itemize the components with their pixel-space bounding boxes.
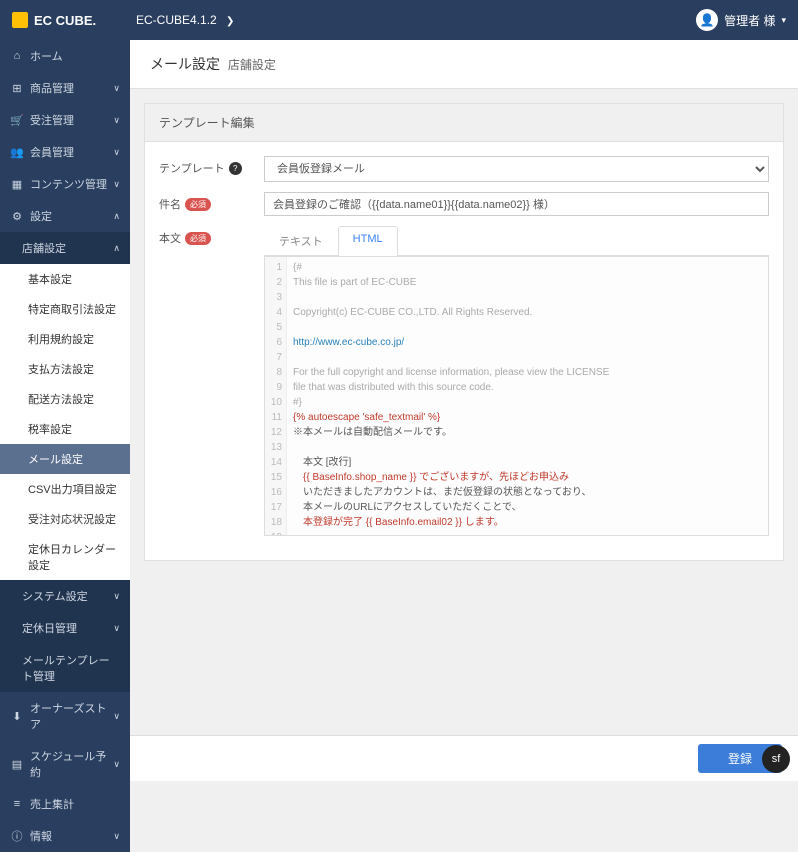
- sidebar-subitem-5[interactable]: 税率設定: [0, 414, 130, 444]
- sidebar-bottom-0[interactable]: ⬇オーナーズストア∨: [0, 692, 130, 740]
- sidebar-subitem-4[interactable]: 配送方法設定: [0, 384, 130, 414]
- sidebar-subitem-9[interactable]: 定休日カレンダー設定: [0, 534, 130, 580]
- topbar: EC CUBE. EC-CUBE4.1.2 ❯ 👤 管理者 様 ▾: [0, 0, 798, 40]
- user-menu[interactable]: 👤 管理者 様 ▾: [696, 9, 786, 31]
- sidebar: ⌂ホーム⊞商品管理∨🛒受注管理∨👥会員管理∨▦コンテンツ管理∨⚙設定∧ 店舗設定…: [0, 40, 130, 852]
- subject-input[interactable]: [264, 192, 769, 216]
- chevron-down-icon: ▾: [781, 15, 786, 26]
- chevron-icon: ∨: [113, 759, 120, 770]
- chevron-icon: ∨: [113, 83, 120, 94]
- sidebar-item-system-settings[interactable]: システム設定 ∨: [0, 580, 130, 612]
- logo[interactable]: EC CUBE.: [12, 12, 130, 28]
- sidebar-item-0[interactable]: ⌂ホーム: [0, 40, 130, 72]
- nav-icon: ⓘ: [10, 828, 24, 844]
- chevron-icon: ∨: [113, 831, 120, 842]
- chevron-icon: ∧: [113, 211, 120, 222]
- user-name: 管理者 様: [724, 12, 775, 29]
- nav-icon: ▦: [10, 178, 24, 191]
- brand-text: EC CUBE.: [34, 13, 96, 28]
- chevron-up-icon: ∧: [113, 243, 120, 254]
- sidebar-bottom-2[interactable]: ≡売上集計: [0, 788, 130, 820]
- sidebar-item-3[interactable]: 👥会員管理∨: [0, 136, 130, 168]
- sidebar-item-holiday[interactable]: 定休日管理 ∨: [0, 612, 130, 644]
- tab-html[interactable]: HTML: [338, 226, 398, 256]
- template-select[interactable]: 会員仮登録メール: [264, 156, 769, 182]
- subject-label: 件名 必須: [159, 192, 264, 212]
- chevron-icon: ∨: [113, 115, 120, 126]
- nav-icon: ⌂: [10, 50, 24, 62]
- tab-text[interactable]: テキスト: [264, 226, 338, 255]
- body-tabs: テキスト HTML: [264, 226, 769, 256]
- page-title: メール設定 店舗設定: [130, 40, 798, 89]
- footer-bar: 登録: [130, 735, 798, 781]
- nav-icon: ⊞: [10, 82, 24, 95]
- sidebar-item-1[interactable]: ⊞商品管理∨: [0, 72, 130, 104]
- nav-icon: ≡: [10, 798, 24, 810]
- sidebar-item-4[interactable]: ▦コンテンツ管理∨: [0, 168, 130, 200]
- chevron-icon: ∨: [113, 179, 120, 190]
- nav-icon: 👥: [10, 146, 24, 159]
- code-editor[interactable]: 1234567891011121314151617181920212223242…: [264, 256, 769, 536]
- sidebar-subitem-0[interactable]: 基本設定: [0, 264, 130, 294]
- sidebar-subitem-8[interactable]: 受注対応状況設定: [0, 504, 130, 534]
- sidebar-item-5[interactable]: ⚙設定∧: [0, 200, 130, 232]
- sidebar-subitem-6[interactable]: メール設定: [0, 444, 130, 474]
- required-badge: 必須: [185, 198, 211, 211]
- version-link[interactable]: EC-CUBE4.1.2 ❯: [136, 13, 234, 27]
- sidebar-item-2[interactable]: 🛒受注管理∨: [0, 104, 130, 136]
- template-edit-card: テンプレート編集 テンプレート ? 会員仮登録メール 件名: [144, 103, 784, 561]
- sidebar-subitem-1[interactable]: 特定商取引法設定: [0, 294, 130, 324]
- chevron-icon: ∨: [113, 711, 120, 722]
- symfony-toolbar-icon[interactable]: sf: [762, 745, 790, 773]
- nav-icon: ⬇: [10, 710, 24, 723]
- help-icon[interactable]: ?: [229, 162, 242, 175]
- card-header: テンプレート編集: [145, 104, 783, 142]
- sidebar-item-shop-settings[interactable]: 店舗設定 ∧: [0, 232, 130, 264]
- nav-icon: 🛒: [10, 114, 24, 127]
- logo-cube-icon: [12, 12, 28, 28]
- chevron-down-icon: ∨: [113, 591, 120, 602]
- sidebar-subitem-3[interactable]: 支払方法設定: [0, 354, 130, 384]
- chevron-down-icon: ∨: [113, 623, 120, 634]
- sidebar-subitem-7[interactable]: CSV出力項目設定: [0, 474, 130, 504]
- chevron-right-icon: ❯: [226, 16, 234, 27]
- chevron-icon: ∨: [113, 147, 120, 158]
- nav-icon: ▤: [10, 758, 24, 771]
- sidebar-item-mail-template-mgmt[interactable]: メールテンプレート管理: [0, 644, 130, 692]
- main: メール設定 店舗設定 テンプレート編集 テンプレート ? 会員仮登録メール: [130, 40, 798, 852]
- template-label: テンプレート ?: [159, 156, 264, 176]
- required-badge: 必須: [185, 232, 211, 245]
- sidebar-subitem-2[interactable]: 利用規約設定: [0, 324, 130, 354]
- sidebar-bottom-3[interactable]: ⓘ情報∨: [0, 820, 130, 852]
- nav-icon: ⚙: [10, 210, 24, 223]
- avatar-icon: 👤: [696, 9, 718, 31]
- body-label: 本文 必須: [159, 226, 264, 246]
